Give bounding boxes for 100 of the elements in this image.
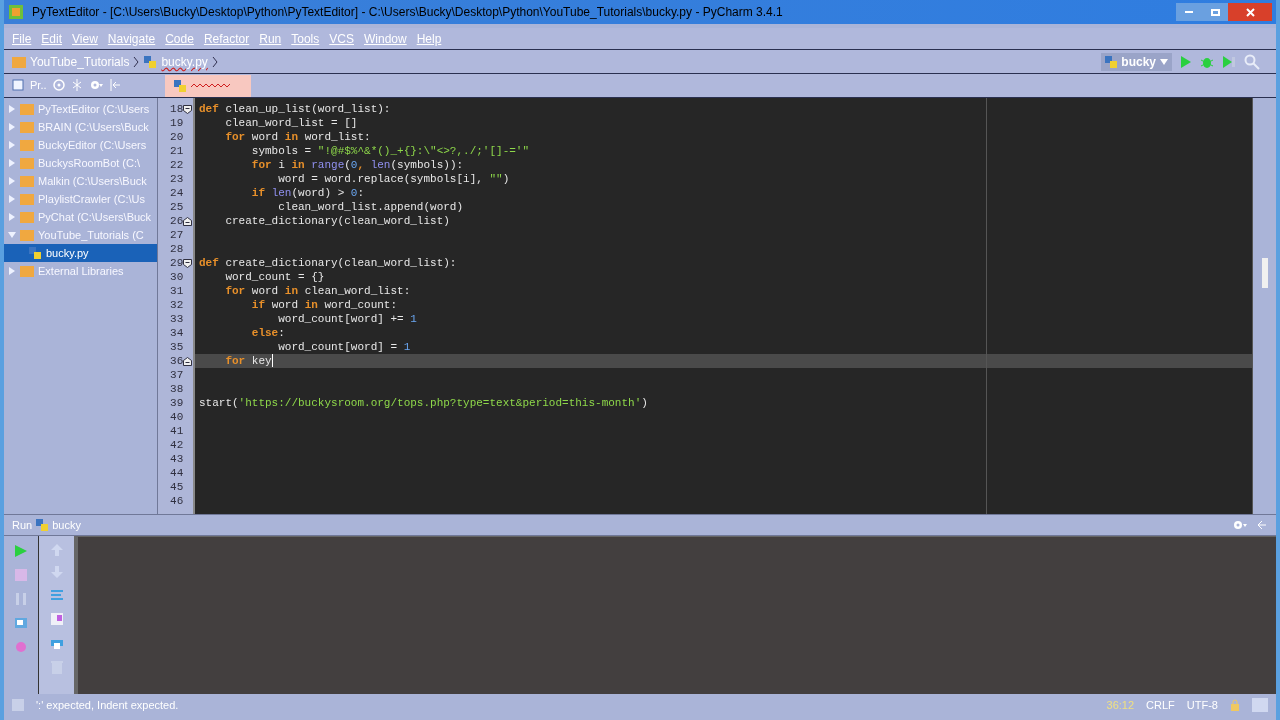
breadcrumb[interactable]: YouTube_Tutorials (30, 52, 130, 71)
line-number: 42 (170, 438, 184, 452)
run-icon[interactable] (1180, 54, 1192, 69)
line-number: 45 (170, 480, 184, 494)
run-config-dropdown[interactable]: bucky (1101, 52, 1172, 71)
code-line: word_count = {} (224, 270, 325, 284)
tree-item[interactable]: BuckyEditor (C:\Users (4, 136, 157, 154)
down-arrow-icon[interactable] (50, 566, 63, 578)
breadcrumb[interactable]: bucky.py (161, 52, 208, 71)
line-number: 29 (170, 256, 184, 270)
editor-tab[interactable] (165, 75, 251, 97)
line-number: 28 (170, 242, 184, 256)
wrap-icon[interactable] (49, 588, 64, 602)
collapsed-arrow-icon[interactable] (8, 159, 16, 167)
menu-item[interactable]: Window (363, 29, 407, 48)
caret-position[interactable]: 36:12 (1106, 696, 1135, 714)
line-separator[interactable]: CRLF (1146, 696, 1175, 714)
pause-icon[interactable] (14, 592, 28, 606)
fold-end-icon[interactable] (183, 356, 193, 366)
close-icon (1245, 7, 1255, 17)
hide-icon[interactable] (1256, 519, 1268, 531)
menu-item[interactable]: Navigate (107, 29, 156, 48)
folder-icon (20, 121, 34, 133)
menu-item[interactable]: VCS (329, 29, 354, 48)
line-number: 25 (170, 200, 184, 214)
python-file-icon (143, 55, 158, 68)
tree-item[interactable]: PyChat (C:\Users\Buck (4, 208, 157, 226)
close-button[interactable] (1228, 3, 1272, 21)
menu-item[interactable]: Run (259, 29, 282, 48)
encoding[interactable]: UTF-8 (1186, 696, 1218, 714)
lock-icon[interactable] (1230, 699, 1240, 711)
rerun-icon[interactable] (14, 544, 28, 558)
code-line: if len(word) > 0: (250, 186, 365, 200)
maximize-button[interactable] (1202, 3, 1228, 21)
scroll-end-icon[interactable] (49, 612, 64, 626)
menu-item[interactable]: Refactor (203, 29, 250, 48)
search-icon[interactable] (1244, 53, 1260, 70)
hide-icon[interactable] (108, 79, 121, 91)
line-number: 27 (170, 228, 184, 242)
error-underline-icon (191, 83, 231, 89)
collapsed-arrow-icon[interactable] (8, 213, 16, 221)
tree-item[interactable]: bucky.py (4, 244, 157, 262)
folder-icon (20, 103, 34, 115)
app-icon (8, 4, 24, 20)
line-number: 24 (170, 186, 184, 200)
code-line: for i in range(0, len(symbols)): (250, 158, 464, 172)
expanded-arrow-icon[interactable] (8, 231, 16, 239)
code-line: def clean_up_list(word_list): (199, 102, 391, 116)
python-icon (1105, 55, 1118, 68)
menu-item[interactable]: File (12, 29, 32, 48)
collapsed-arrow-icon[interactable] (8, 267, 16, 275)
coverage-icon[interactable] (1222, 54, 1236, 69)
gear-icon[interactable] (88, 79, 103, 91)
collapsed-arrow-icon[interactable] (8, 141, 16, 149)
line-number: 18 (170, 102, 184, 116)
menu-item[interactable]: Edit (41, 29, 63, 48)
line-number: 38 (170, 382, 184, 396)
line-number: 36 (170, 354, 184, 368)
plugin-icon[interactable] (14, 640, 28, 654)
collapsed-arrow-icon[interactable] (8, 123, 16, 131)
tree-item[interactable]: YouTube_Tutorials (C (4, 226, 157, 244)
line-number: 32 (170, 298, 184, 312)
tree-item[interactable]: PlaylistCrawler (C:\Us (4, 190, 157, 208)
folder-icon (20, 265, 34, 277)
run-config-name[interactable]: bucky (52, 516, 1228, 534)
tree-item[interactable]: BRAIN (C:\Users\Buck (4, 118, 157, 136)
python-icon (36, 519, 49, 531)
collapse-icon[interactable] (70, 79, 83, 91)
target-icon[interactable] (52, 79, 65, 91)
folder-icon (20, 175, 34, 187)
menu-item[interactable]: Code (165, 29, 194, 48)
tree-item[interactable]: Malkin (C:\Users\Buck (4, 172, 157, 190)
menu-item[interactable]: View (72, 29, 98, 48)
line-number: 19 (170, 116, 184, 130)
up-arrow-icon[interactable] (50, 544, 63, 556)
line-number: 34 (170, 326, 184, 340)
python-file-icon (173, 79, 187, 93)
collapsed-arrow-icon[interactable] (8, 195, 16, 203)
minimize-button[interactable] (1176, 3, 1202, 21)
line-number: 26 (170, 214, 184, 228)
line-number: 20 (170, 130, 184, 144)
line-number: 43 (170, 452, 184, 466)
stop-icon[interactable] (14, 568, 28, 582)
tree-item[interactable]: External Libraries (4, 262, 157, 280)
folder-icon (20, 211, 34, 223)
menu-item[interactable]: Help (416, 29, 442, 48)
collapsed-arrow-icon[interactable] (8, 177, 16, 185)
code-line: def create_dictionary(clean_word_list): (199, 256, 457, 270)
code-line: clean_word_list = [] (224, 116, 358, 130)
panel-title[interactable]: Pr.. (30, 76, 47, 94)
tree-item[interactable]: BuckysRoomBot (C:\ (4, 154, 157, 172)
code-line: if word in word_count: (250, 298, 398, 312)
code-line: for word in clean_word_list: (224, 284, 411, 298)
tree-item[interactable]: PyTextEditor (C:\Users (4, 100, 157, 118)
fold-end-icon[interactable] (183, 216, 193, 226)
fold-start-icon[interactable] (183, 104, 193, 114)
menu-item[interactable]: Tools (291, 29, 320, 48)
fold-start-icon[interactable] (183, 258, 193, 268)
collapsed-arrow-icon[interactable] (8, 105, 16, 113)
line-number: 37 (170, 368, 184, 382)
